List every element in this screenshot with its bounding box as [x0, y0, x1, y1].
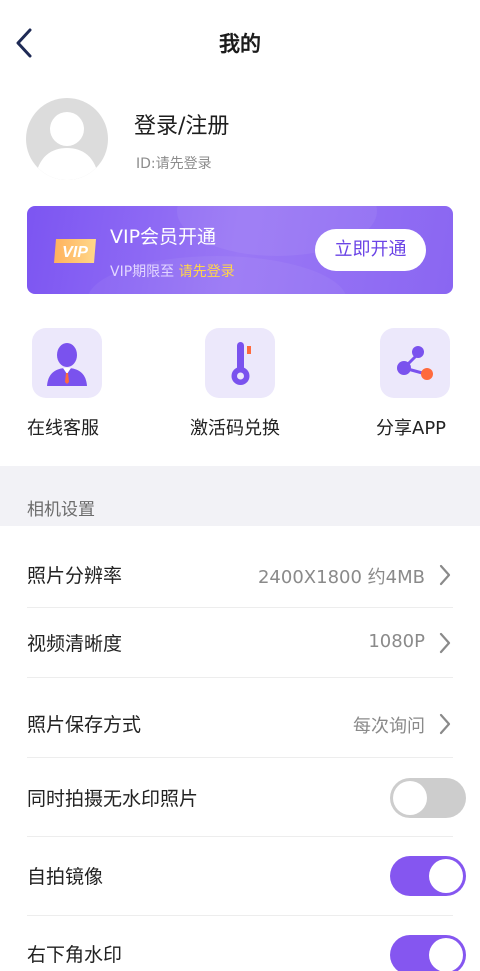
shortcut-redeem-code[interactable]: 激活码兑换	[190, 328, 310, 443]
vip-expiry-prefix: VIP期限至	[110, 264, 179, 280]
toggle-knob	[429, 938, 463, 971]
toggle-knob	[393, 781, 427, 815]
setting-corner-watermark: 右下角水印	[27, 925, 466, 971]
selfie-mirror-toggle[interactable]	[390, 856, 466, 896]
shortcut-label: 在线客服	[27, 418, 99, 439]
shortcut-share-app[interactable]: 分享APP	[372, 328, 480, 443]
chevron-right-icon	[439, 713, 451, 735]
divider	[27, 677, 453, 678]
setting-value: 2400X1800 约4MB	[257, 567, 425, 588]
no-watermark-toggle[interactable]	[390, 778, 466, 818]
chevron-right-icon	[439, 632, 451, 654]
header: 我的	[0, 0, 480, 88]
thermometer-key-icon	[205, 328, 275, 398]
share-icon	[380, 328, 450, 398]
setting-no-watermark-copy: 同时拍摄无水印照片	[27, 768, 466, 828]
corner-watermark-toggle[interactable]	[390, 935, 466, 971]
section-title: 相机设置	[27, 500, 95, 520]
profile-section: 登录/注册 ID:请先登录	[0, 98, 480, 180]
setting-video-quality[interactable]: 视频清晰度 1080P	[27, 614, 453, 674]
setting-photo-resolution[interactable]: 照片分辨率 2400X1800 约4MB	[27, 546, 453, 606]
setting-selfie-mirror: 自拍镜像	[27, 846, 466, 906]
divider	[27, 607, 453, 608]
shortcut-grid: 在线客服 激活码兑换 分享APP	[0, 328, 480, 443]
vip-expiry: VIP期限至 请先登录	[110, 261, 235, 281]
shortcut-label: 分享APP	[376, 418, 447, 439]
vip-card[interactable]: VIP VIP会员开通 VIP期限至 请先登录 立即开通	[27, 206, 453, 294]
vip-badge-text: VIP	[62, 244, 88, 261]
page-title: 我的	[219, 32, 261, 56]
setting-value: 1080P	[368, 631, 425, 652]
setting-label: 自拍镜像	[27, 866, 104, 888]
toggle-knob	[429, 859, 463, 893]
activate-vip-button[interactable]: 立即开通	[315, 229, 426, 271]
setting-label: 视频清晰度	[27, 633, 123, 655]
setting-label: 同时拍摄无水印照片	[27, 788, 199, 810]
user-id: ID:请先登录	[136, 156, 212, 172]
setting-value: 每次询问	[353, 716, 425, 737]
shortcut-customer-service[interactable]: 在线客服	[27, 328, 147, 443]
vip-login-hint: 请先登录	[178, 264, 235, 280]
camera-settings-header: 相机设置	[0, 466, 480, 526]
login-register-link[interactable]: 登录/注册	[134, 108, 229, 140]
customer-service-icon	[32, 328, 102, 398]
default-avatar-icon	[35, 112, 99, 180]
setting-photo-save-mode[interactable]: 照片保存方式 每次询问	[27, 694, 453, 756]
avatar[interactable]	[26, 98, 108, 180]
setting-label: 右下角水印	[27, 944, 123, 966]
divider	[27, 836, 453, 837]
shortcut-label: 激活码兑换	[190, 418, 280, 439]
setting-label: 照片分辨率	[27, 565, 123, 587]
chevron-right-icon	[439, 564, 451, 586]
vip-title: VIP会员开通	[110, 226, 217, 248]
divider	[27, 915, 453, 916]
vip-badge-icon: VIP	[54, 239, 96, 263]
divider	[27, 757, 453, 758]
setting-label: 照片保存方式	[27, 714, 142, 736]
